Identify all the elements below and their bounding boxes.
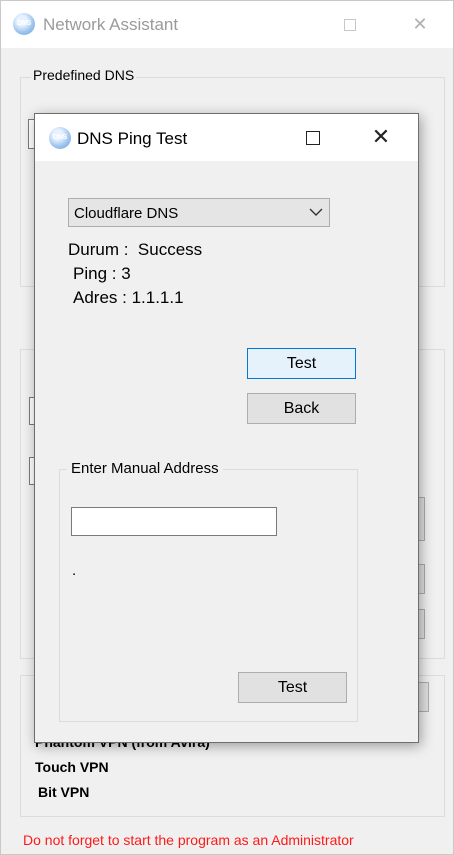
vpn-item-bit[interactable]: Bit VPN	[38, 784, 89, 800]
maximize-icon	[306, 131, 320, 145]
main-close-button[interactable]: ✕	[405, 11, 435, 39]
status-ping: Ping : 3	[73, 264, 131, 283]
chevron-down-icon	[309, 208, 323, 216]
dialog-title: DNS Ping Test	[77, 129, 188, 148]
status-address: Adres : 1.1.1.1	[73, 288, 184, 307]
predefined-dns-label: Predefined DNS	[31, 67, 137, 83]
dialog-dns-icon: DNS	[49, 127, 71, 149]
vpn-item-touch[interactable]: Touch VPN	[35, 759, 109, 775]
manual-address-label: Enter Manual Address	[67, 460, 223, 477]
manual-address-input[interactable]	[71, 507, 277, 536]
main-titlebar: DNS Network Assistant ✕	[1, 1, 453, 48]
status-durum: Durum : Success	[68, 240, 203, 259]
dns-server-select[interactable]: Cloudflare DNS	[68, 198, 330, 227]
test-button[interactable]: Test	[247, 348, 356, 379]
dialog-close-button[interactable]: ✕	[361, 123, 401, 153]
dialog-titlebar: DNS DNS Ping Test ✕	[35, 114, 418, 161]
main-window-title: Network Assistant	[43, 15, 179, 34]
manual-status-text: .	[72, 562, 77, 579]
dialog-maximize-button[interactable]	[293, 123, 333, 153]
maximize-icon	[344, 19, 356, 31]
app-dns-icon: DNS	[13, 13, 35, 35]
main-maximize-button[interactable]	[335, 11, 365, 39]
manual-test-button[interactable]: Test	[238, 672, 347, 703]
close-icon: ✕	[371, 125, 391, 150]
admin-notice: Do not forget to start the program as an…	[23, 832, 354, 848]
dns-ping-test-dialog: DNS DNS Ping Test ✕ Cloudflare DNS Durum…	[34, 113, 419, 743]
dns-server-select-value: Cloudflare DNS	[74, 205, 179, 222]
back-button[interactable]: Back	[247, 393, 356, 424]
